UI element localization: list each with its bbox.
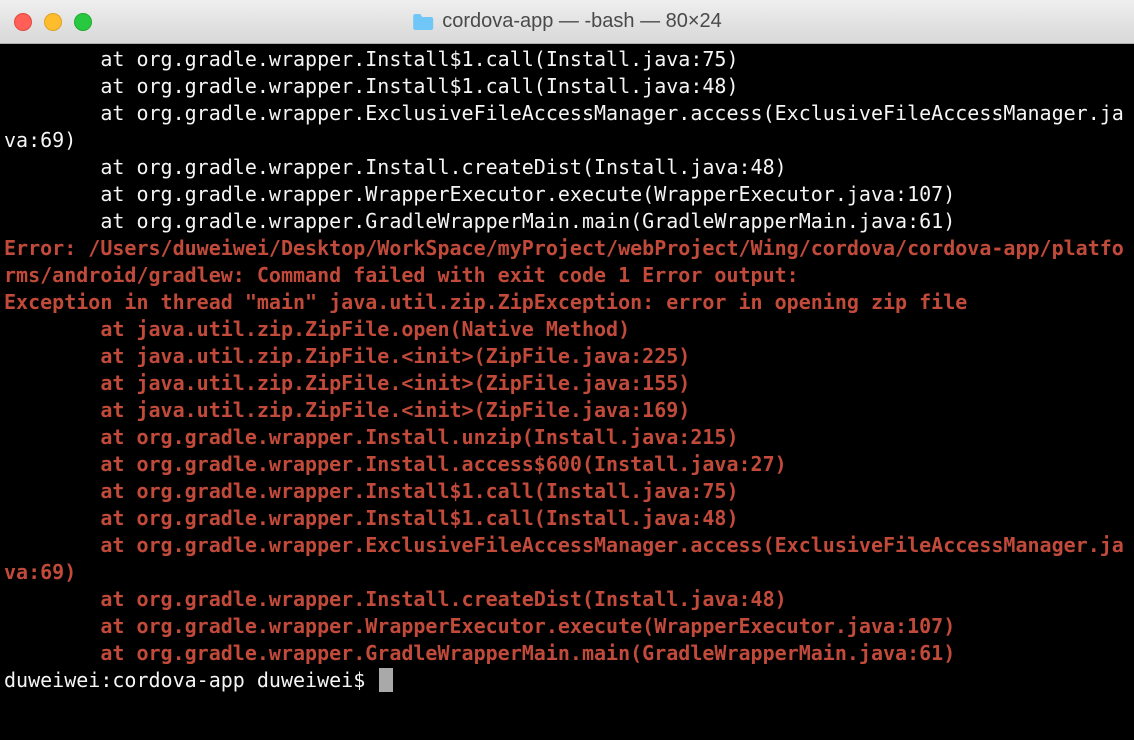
close-icon[interactable] [14,13,32,31]
error-line: at java.util.zip.ZipFile.<init>(ZipFile.… [4,397,1130,424]
terminal-window: cordova-app — -bash — 80×24 at org.gradl… [0,0,1134,740]
error-line: at org.gradle.wrapper.Install$1.call(Ins… [4,505,1130,532]
stack-trace-line: at org.gradle.wrapper.Install$1.call(Ins… [4,73,1130,100]
maximize-icon[interactable] [74,13,92,31]
cursor-icon[interactable] [379,668,393,692]
stack-trace-line: at org.gradle.wrapper.ExclusiveFileAcces… [4,100,1130,154]
folder-icon [412,13,434,31]
error-line: at org.gradle.wrapper.GradleWrapperMain.… [4,640,1130,667]
error-line: at java.util.zip.ZipFile.open(Native Met… [4,316,1130,343]
stack-trace-line: at org.gradle.wrapper.WrapperExecutor.ex… [4,181,1130,208]
window-controls [0,13,92,31]
minimize-icon[interactable] [44,13,62,31]
window-titlebar[interactable]: cordova-app — -bash — 80×24 [0,0,1134,44]
error-line: Exception in thread "main" java.util.zip… [4,289,1130,316]
error-line: at java.util.zip.ZipFile.<init>(ZipFile.… [4,370,1130,397]
error-line: at org.gradle.wrapper.Install$1.call(Ins… [4,478,1130,505]
error-line: at org.gradle.wrapper.Install.unzip(Inst… [4,424,1130,451]
shell-prompt: duweiwei:cordova-app duweiwei$ [4,668,377,692]
stack-trace-line: at org.gradle.wrapper.Install$1.call(Ins… [4,46,1130,73]
window-title-text: cordova-app — -bash — 80×24 [442,10,722,33]
error-line: at org.gradle.wrapper.WrapperExecutor.ex… [4,613,1130,640]
error-line: at org.gradle.wrapper.Install.createDist… [4,586,1130,613]
terminal-output[interactable]: at org.gradle.wrapper.Install$1.call(Ins… [0,44,1134,740]
stack-trace-line: at org.gradle.wrapper.Install.createDist… [4,154,1130,181]
error-line: Error: /Users/duweiwei/Desktop/WorkSpace… [4,235,1130,289]
error-line: at org.gradle.wrapper.Install.access$600… [4,451,1130,478]
error-line: at org.gradle.wrapper.ExclusiveFileAcces… [4,532,1130,586]
stack-trace-line: at org.gradle.wrapper.GradleWrapperMain.… [4,208,1130,235]
window-title: cordova-app — -bash — 80×24 [412,10,722,33]
error-line: at java.util.zip.ZipFile.<init>(ZipFile.… [4,343,1130,370]
